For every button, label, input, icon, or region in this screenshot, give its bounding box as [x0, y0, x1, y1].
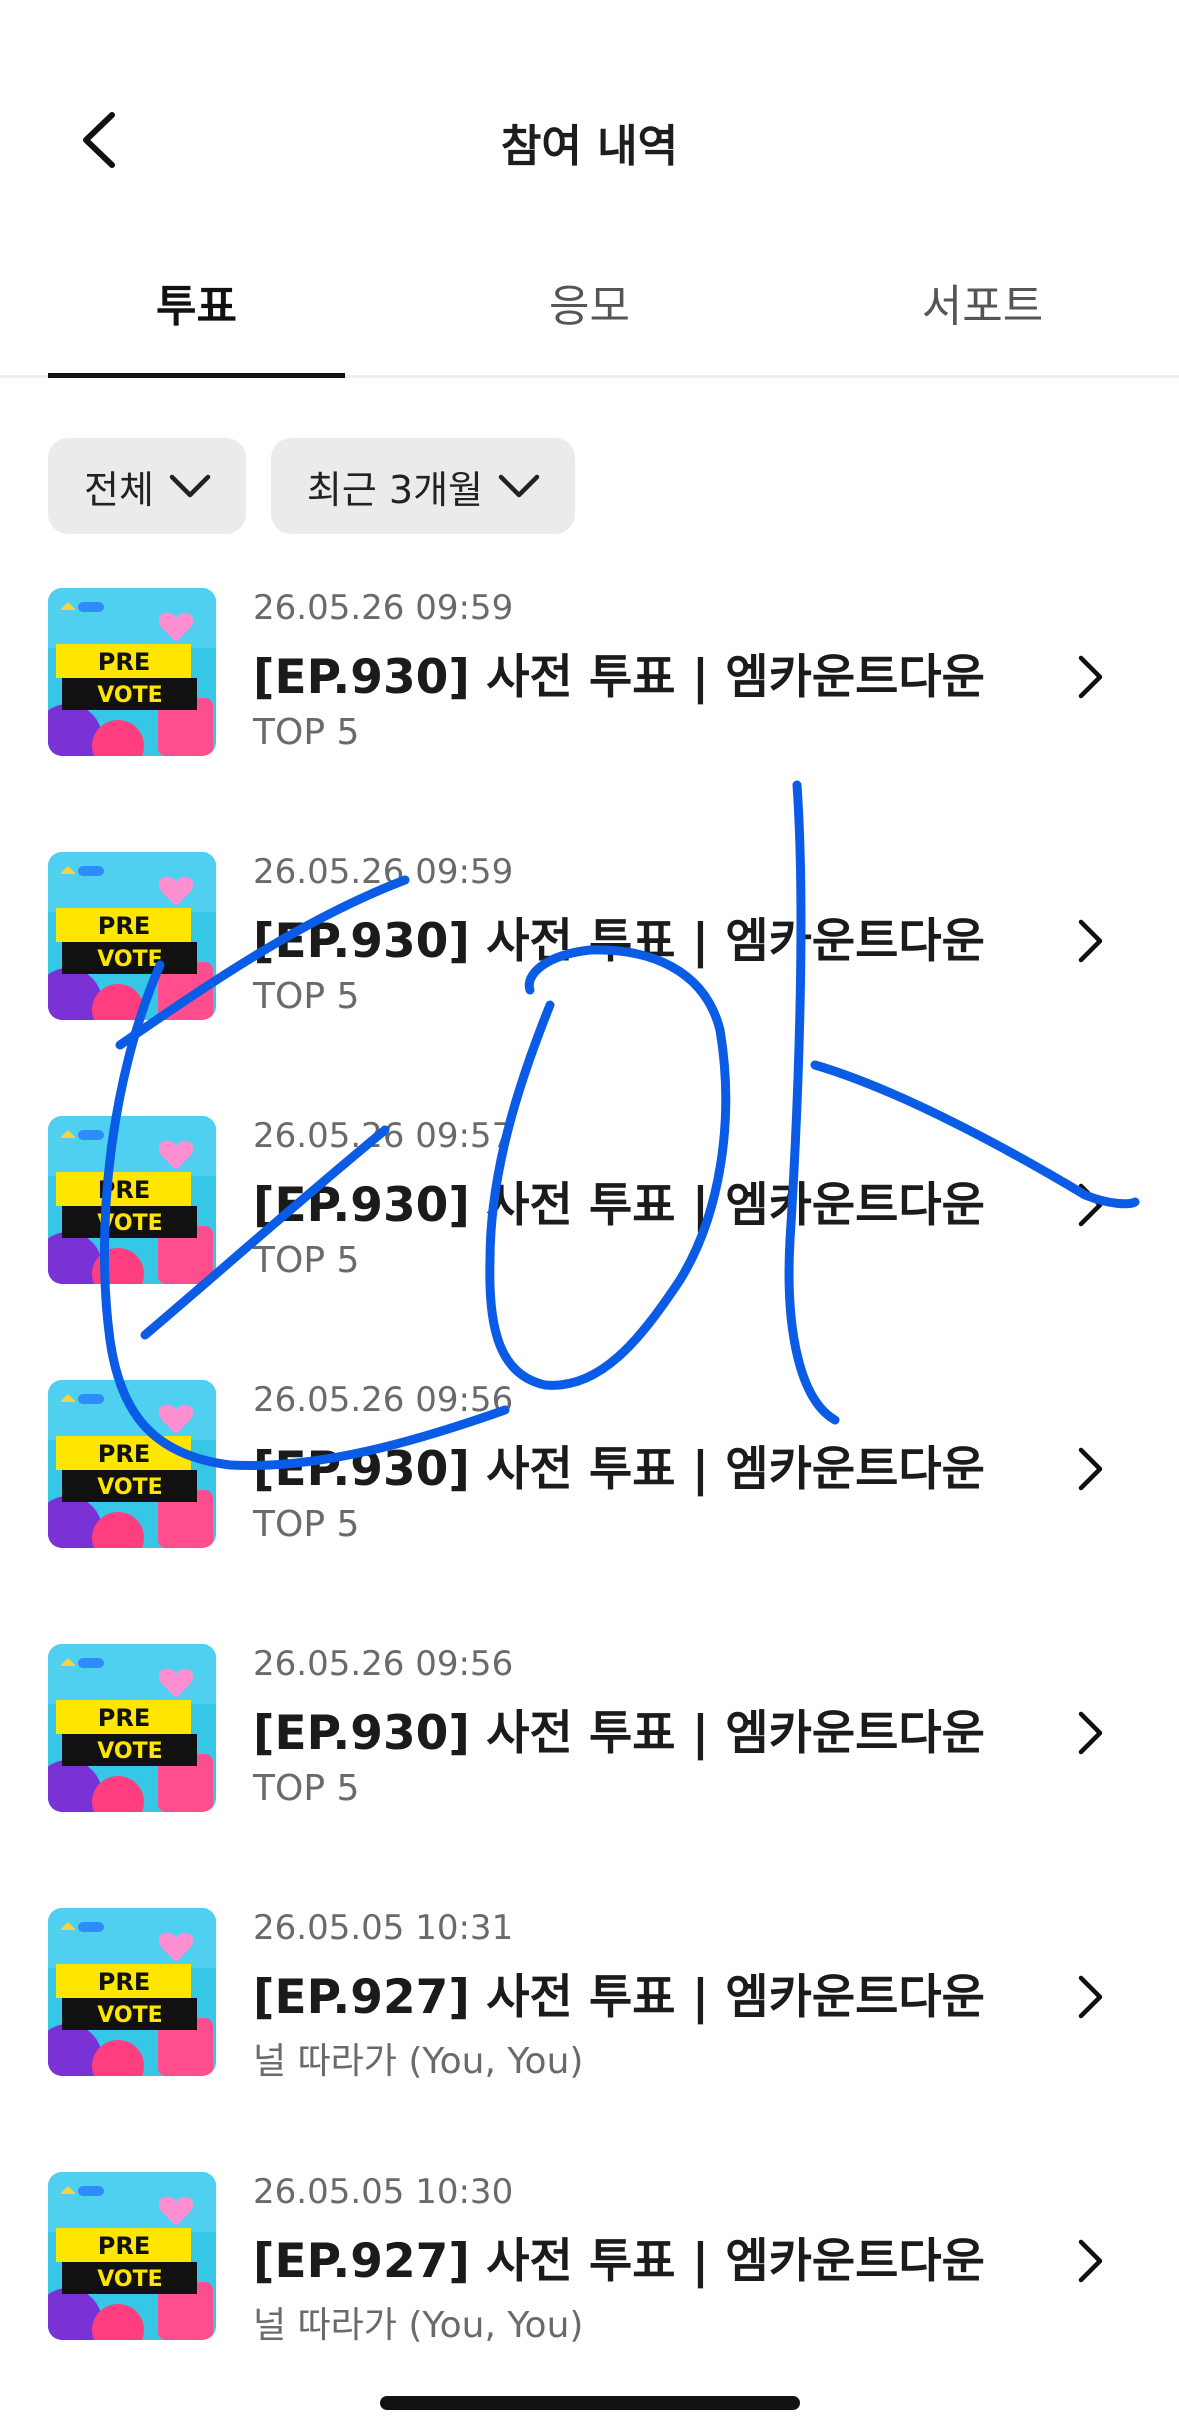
pre-vote-thumbnail: PRE VOTE [48, 2172, 216, 2340]
chevron-right-icon [1078, 655, 1103, 699]
thumbnail-text-vote: VOTE [97, 1739, 162, 1764]
app-header: 참여 내역 [0, 0, 1179, 230]
filter-category-dropdown[interactable]: 전체 [48, 438, 246, 534]
pre-vote-thumbnail: PRE VOTE [48, 852, 216, 1020]
item-date: 26.05.26 09:59 [253, 588, 514, 628]
thumbnail-text-pre: PRE [98, 1968, 150, 1996]
chevron-right-icon [1078, 1975, 1103, 2019]
item-subtitle: TOP 5 [253, 712, 360, 753]
filter-category-label: 전체 [84, 467, 154, 512]
item-title: [EP.927] 사전 투표 | 엠카운트다운 [253, 1970, 985, 2025]
thumbnail-text-vote: VOTE [97, 2267, 162, 2292]
item-subtitle: TOP 5 [253, 1504, 360, 1545]
item-title: [EP.930] 사전 투표 | 엠카운트다운 [253, 1442, 985, 1497]
list-item[interactable]: PRE VOTE 26.05.26 09:59 [EP.930] 사전 투표 |… [0, 824, 1179, 1088]
chevron-right-icon [1078, 1183, 1103, 1227]
pre-vote-thumbnail: PRE VOTE [48, 1116, 216, 1284]
chevron-down-icon [169, 474, 211, 498]
item-subtitle: 널 따라가 (You, You) [253, 2305, 584, 2346]
thumbnail-text-pre: PRE [98, 912, 150, 940]
pre-vote-thumbnail: PRE VOTE [48, 1380, 216, 1548]
tab-bar: 투표 응모 서포트 [0, 240, 1179, 378]
item-subtitle: TOP 5 [253, 1768, 360, 1809]
active-tab-indicator [48, 373, 345, 378]
thumbnail-text-vote: VOTE [97, 947, 162, 972]
item-date: 26.05.26 09:59 [253, 852, 514, 892]
item-title: [EP.927] 사전 투표 | 엠카운트다운 [253, 2234, 985, 2289]
chevron-right-icon [1078, 1447, 1103, 1491]
item-subtitle: TOP 5 [253, 1240, 360, 1281]
list-item[interactable]: PRE VOTE 26.05.26 09:56 [EP.930] 사전 투표 |… [0, 1616, 1179, 1880]
page-title: 참여 내역 [500, 121, 679, 172]
thumbnail-text-vote: VOTE [97, 1475, 162, 1500]
list-item[interactable]: PRE VOTE 26.05.05 10:31 [EP.927] 사전 투표 |… [0, 1880, 1179, 2144]
list-item[interactable]: PRE VOTE 26.05.26 09:56 [EP.930] 사전 투표 |… [0, 1352, 1179, 1616]
item-subtitle: TOP 5 [253, 976, 360, 1017]
item-title: [EP.930] 사전 투표 | 엠카운트다운 [253, 1178, 985, 1233]
thumbnail-text-vote: VOTE [97, 1211, 162, 1236]
chevron-right-icon [1078, 2239, 1103, 2283]
filter-period-dropdown[interactable]: 최근 3개월 [270, 438, 576, 534]
chevron-down-icon [498, 474, 540, 498]
pre-vote-thumbnail: PRE VOTE [48, 588, 216, 756]
pre-vote-thumbnail: PRE VOTE [48, 1644, 216, 1812]
item-date: 26.05.26 09:57 [253, 1116, 514, 1156]
chevron-right-icon [1078, 1711, 1103, 1755]
thumbnail-text-pre: PRE [98, 1440, 150, 1468]
thumbnail-text-vote: VOTE [97, 683, 162, 708]
item-title: [EP.930] 사전 투표 | 엠카운트다운 [253, 650, 985, 705]
tab-apply[interactable]: 응모 [393, 270, 786, 334]
item-title: [EP.930] 사전 투표 | 엠카운트다운 [253, 914, 985, 969]
item-title: [EP.930] 사전 투표 | 엠카운트다운 [253, 1706, 985, 1761]
list-item[interactable]: PRE VOTE 26.05.26 09:57 [EP.930] 사전 투표 |… [0, 1088, 1179, 1352]
tab-vote[interactable]: 투표 [0, 270, 393, 334]
filter-bar: 전체 최근 3개월 [48, 438, 576, 534]
tab-support[interactable]: 서포트 [786, 270, 1179, 334]
item-date: 26.05.26 09:56 [253, 1380, 514, 1420]
pre-vote-thumbnail: PRE VOTE [48, 1908, 216, 2076]
thumbnail-text-pre: PRE [98, 1704, 150, 1732]
item-date: 26.05.05 10:30 [253, 2172, 514, 2212]
item-date: 26.05.05 10:31 [253, 1908, 514, 1948]
participation-list: PRE VOTE 26.05.26 09:59 [EP.930] 사전 투표 |… [0, 560, 1179, 2408]
list-item[interactable]: PRE VOTE 26.05.26 09:59 [EP.930] 사전 투표 |… [0, 560, 1179, 824]
home-indicator [380, 2396, 800, 2410]
thumbnail-text-vote: VOTE [97, 2003, 162, 2028]
list-item[interactable]: PRE VOTE 26.05.05 10:30 [EP.927] 사전 투표 |… [0, 2144, 1179, 2408]
thumbnail-text-pre: PRE [98, 648, 150, 676]
filter-period-label: 최근 3개월 [306, 467, 484, 512]
item-subtitle: 널 따라가 (You, You) [253, 2041, 584, 2082]
item-date: 26.05.26 09:56 [253, 1644, 514, 1684]
thumbnail-text-pre: PRE [98, 2232, 150, 2260]
thumbnail-text-pre: PRE [98, 1176, 150, 1204]
chevron-right-icon [1078, 919, 1103, 963]
